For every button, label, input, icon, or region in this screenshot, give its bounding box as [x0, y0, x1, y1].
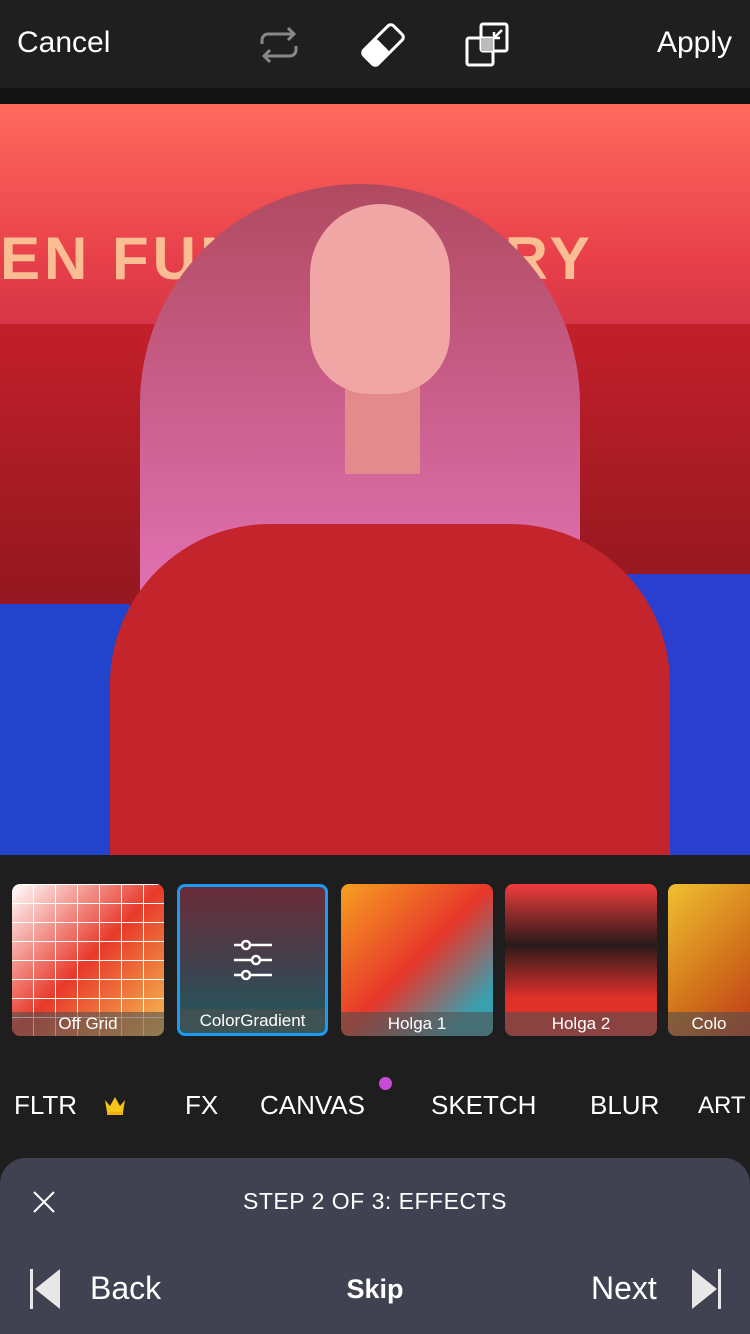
- effect-holga-1[interactable]: Holga 1: [341, 884, 493, 1036]
- cancel-button[interactable]: Cancel: [17, 26, 110, 60]
- tab-fltr[interactable]: FLTR: [14, 1090, 77, 1121]
- apply-button[interactable]: Apply: [657, 26, 732, 60]
- effect-thumbnails[interactable]: Off Grid ColorGradient Holga 1 Holga 2 C…: [12, 884, 750, 1036]
- crown-icon: [105, 1097, 125, 1115]
- photo-canvas[interactable]: EN FUNG BAKERY: [0, 104, 750, 855]
- blend-mode-icon[interactable]: [464, 22, 510, 68]
- skip-forward-icon: [692, 1269, 721, 1309]
- step-title: STEP 2 OF 3: EFFECTS: [243, 1188, 507, 1214]
- tab-blur[interactable]: BLUR: [590, 1090, 659, 1121]
- effect-colorgradient[interactable]: ColorGradient: [177, 884, 328, 1036]
- tab-art[interactable]: ART: [698, 1092, 746, 1120]
- effect-label: Holga 1: [341, 1012, 493, 1036]
- effect-label: ColorGradient: [180, 1009, 325, 1033]
- eraser-icon[interactable]: [360, 22, 406, 68]
- next-button[interactable]: Next: [590, 1268, 730, 1310]
- repeat-icon[interactable]: [256, 22, 302, 68]
- adjust-sliders-icon[interactable]: [232, 939, 274, 981]
- effect-holga-2[interactable]: Holga 2: [505, 884, 657, 1036]
- divider: [0, 88, 750, 104]
- category-tabs: FLTR FX CANVAS SKETCH BLUR ART: [0, 1090, 750, 1124]
- effect-color[interactable]: Colo: [668, 884, 750, 1036]
- effect-off-grid[interactable]: Off Grid: [12, 884, 164, 1036]
- effect-label: Colo: [668, 1012, 750, 1036]
- next-label: Next: [591, 1270, 657, 1306]
- effect-label: Holga 2: [505, 1012, 657, 1036]
- subject-sweater: [110, 524, 670, 855]
- tab-fx[interactable]: FX: [185, 1090, 218, 1121]
- new-badge-dot: [379, 1077, 392, 1090]
- tab-sketch[interactable]: SKETCH: [431, 1090, 536, 1121]
- effect-label: Off Grid: [12, 1012, 164, 1036]
- tutorial-panel: STEP 2 OF 3: EFFECTS Back Skip Next: [0, 1158, 750, 1334]
- top-toolbar: Cancel Apply: [0, 0, 750, 88]
- tab-canvas[interactable]: CANVAS: [260, 1090, 365, 1121]
- subject-face: [310, 204, 450, 394]
